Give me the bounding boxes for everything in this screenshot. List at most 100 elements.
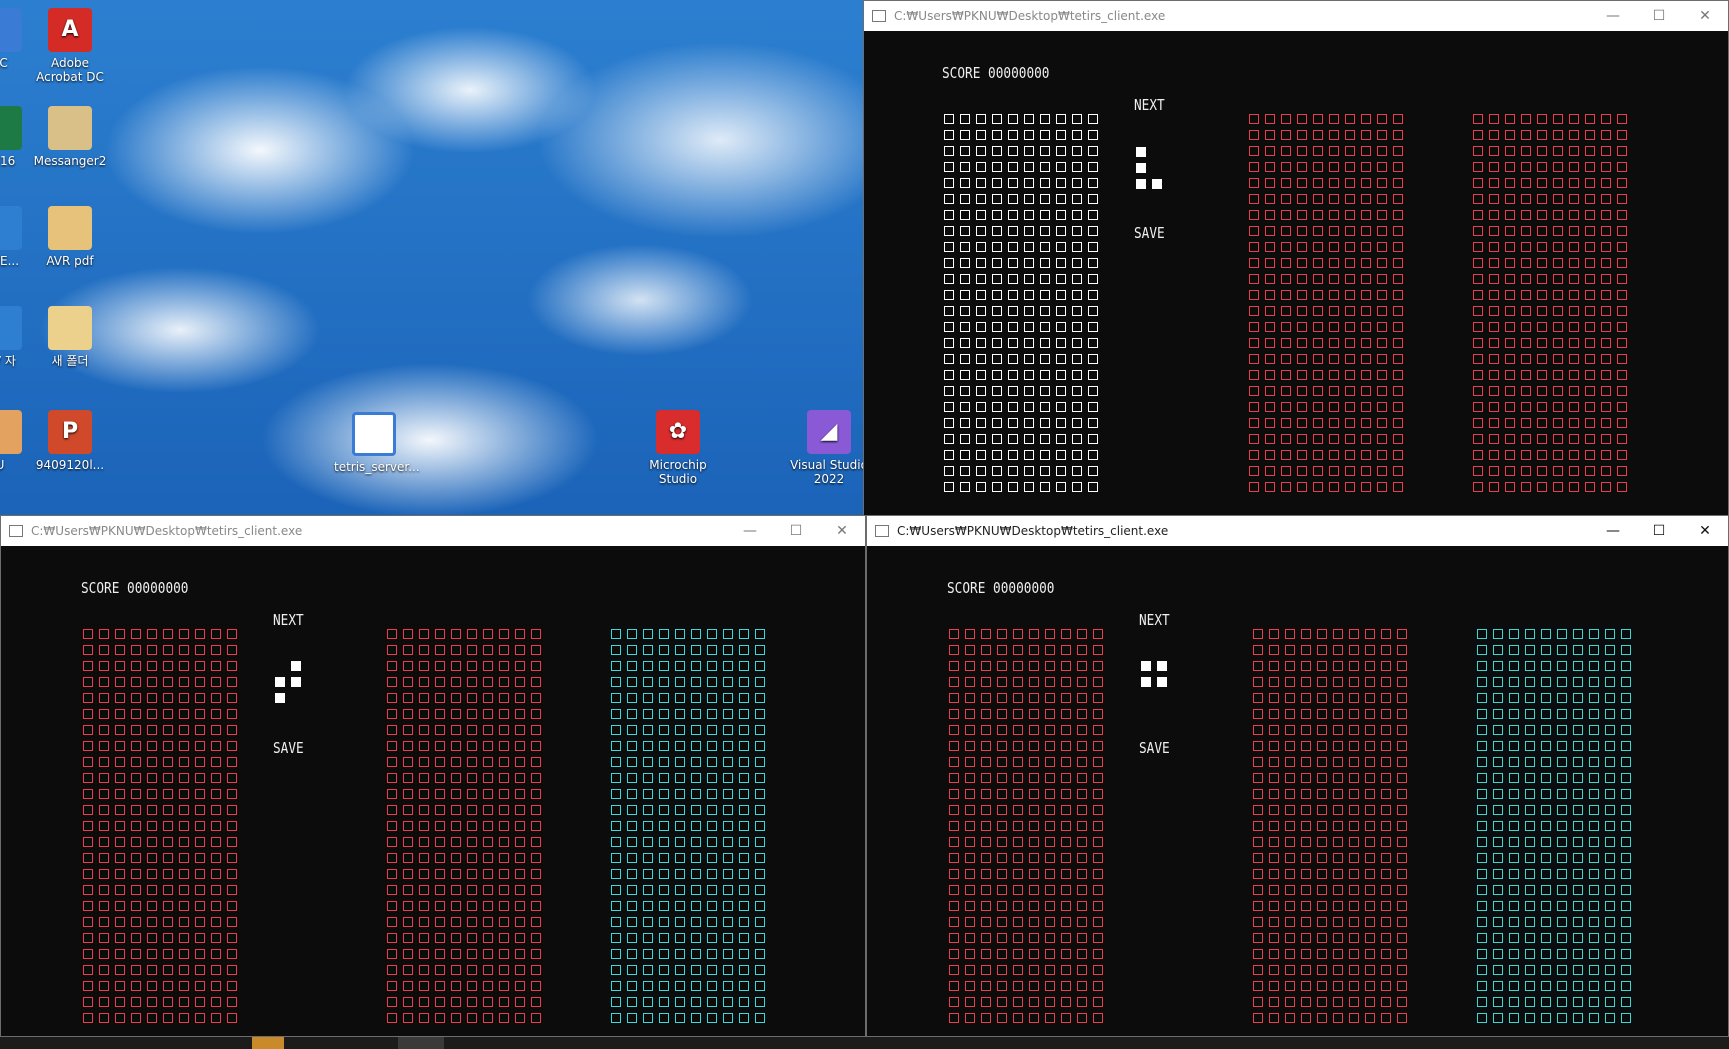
board-cell bbox=[195, 757, 205, 767]
board-cell bbox=[1317, 933, 1327, 943]
close-button[interactable]: ✕ bbox=[819, 516, 865, 546]
taskbar-app-icon[interactable] bbox=[398, 1037, 444, 1049]
board-cell bbox=[1313, 162, 1323, 172]
desktop-icon-ppt[interactable]: P 9409120l... bbox=[30, 410, 110, 472]
board-cell bbox=[1045, 965, 1055, 975]
board-cell bbox=[1301, 869, 1311, 879]
board-cell bbox=[1537, 354, 1547, 364]
board-cell bbox=[1249, 226, 1259, 236]
board-cell bbox=[1285, 933, 1295, 943]
game-area[interactable]: SCORE 00000000 NEXT SAVE bbox=[1, 547, 865, 1036]
board-cell bbox=[1553, 370, 1563, 380]
board-cell bbox=[1525, 837, 1535, 847]
next-label: NEXT bbox=[273, 611, 304, 629]
board-cell bbox=[976, 130, 986, 140]
close-button[interactable]: ✕ bbox=[1682, 516, 1728, 546]
board-cell bbox=[1553, 482, 1563, 492]
board-cell bbox=[1265, 242, 1275, 252]
desktop-icon-acrobat[interactable]: A Adobe Acrobat DC bbox=[30, 8, 110, 84]
board-cell bbox=[1617, 114, 1627, 124]
desktop-icon-messanger2[interactable]: Messanger2 bbox=[30, 106, 110, 168]
board-cell bbox=[1285, 1013, 1295, 1023]
board-cell bbox=[531, 773, 541, 783]
board-cell bbox=[1349, 853, 1359, 863]
board-cell bbox=[981, 773, 991, 783]
board-cell bbox=[1493, 901, 1503, 911]
desktop-icon-microchip-studio[interactable]: ✿ Microchip Studio bbox=[638, 410, 718, 486]
board-cell bbox=[723, 773, 733, 783]
board-cell bbox=[1365, 661, 1375, 671]
board-cell bbox=[1313, 322, 1323, 332]
tetris-client-window-bottom-left[interactable]: C:₩Users₩PKNU₩Desktop₩tetirs_client.exe … bbox=[0, 515, 866, 1037]
tetris-client-window-top-right[interactable]: C:₩Users₩PKNU₩Desktop₩tetirs_client.exe … bbox=[863, 0, 1729, 516]
close-button[interactable]: ✕ bbox=[1682, 1, 1728, 31]
game-area[interactable]: SCORE 00000000 NEXT SAVE bbox=[864, 32, 1728, 515]
board-cell bbox=[131, 933, 141, 943]
board-cell bbox=[1365, 933, 1375, 943]
board-cell bbox=[499, 917, 509, 927]
maximize-button[interactable]: ☐ bbox=[773, 516, 819, 546]
tetris-client-window-bottom-right[interactable]: C:₩Users₩PKNU₩Desktop₩tetirs_client.exe … bbox=[866, 515, 1729, 1037]
title-bar[interactable]: C:₩Users₩PKNU₩Desktop₩tetirs_client.exe … bbox=[864, 1, 1728, 31]
board-cell bbox=[83, 821, 93, 831]
desktop-icon-avr-pdf[interactable]: AVR pdf bbox=[30, 206, 110, 268]
maximize-button[interactable]: ☐ bbox=[1636, 1, 1682, 31]
board-cell bbox=[499, 805, 509, 815]
board-cell bbox=[1493, 837, 1503, 847]
board-cell bbox=[1525, 917, 1535, 927]
board-cell bbox=[1621, 837, 1631, 847]
board-cell bbox=[1013, 917, 1023, 927]
board-cell bbox=[1553, 146, 1563, 156]
game-area[interactable]: SCORE 00000000 NEXT SAVE bbox=[867, 547, 1728, 1036]
title-bar[interactable]: C:₩Users₩PKNU₩Desktop₩tetirs_client.exe … bbox=[867, 516, 1728, 546]
board-cell bbox=[147, 693, 157, 703]
board-cell bbox=[1024, 354, 1034, 364]
board-cell bbox=[83, 789, 93, 799]
board-cell bbox=[1269, 805, 1279, 815]
board-cell bbox=[227, 709, 237, 719]
board-cell bbox=[1493, 949, 1503, 959]
board-cell bbox=[1557, 805, 1567, 815]
board-cell bbox=[1509, 709, 1519, 719]
taskbar[interactable] bbox=[0, 1037, 1729, 1049]
board-cell bbox=[1061, 709, 1071, 719]
board-cell bbox=[515, 981, 525, 991]
board-cell bbox=[163, 981, 173, 991]
desktop-icon-new-folder[interactable]: 새 폴더 bbox=[30, 306, 110, 368]
board-cell bbox=[1489, 258, 1499, 268]
board-cell bbox=[419, 949, 429, 959]
board-cell bbox=[1541, 773, 1551, 783]
board-cell bbox=[1393, 114, 1403, 124]
board-cell bbox=[1493, 981, 1503, 991]
board-cell bbox=[1601, 194, 1611, 204]
board-cell bbox=[960, 402, 970, 412]
board-cell bbox=[1285, 645, 1295, 655]
minimize-button[interactable]: — bbox=[1590, 516, 1636, 546]
board-cell bbox=[1473, 226, 1483, 236]
board-cell bbox=[1573, 933, 1583, 943]
board-cell bbox=[949, 693, 959, 703]
board-cell bbox=[467, 661, 477, 671]
minimize-button[interactable]: — bbox=[1590, 1, 1636, 31]
board-cell bbox=[1093, 885, 1103, 895]
board-cell bbox=[179, 725, 189, 735]
maximize-button[interactable]: ☐ bbox=[1636, 516, 1682, 546]
board-cell bbox=[1253, 693, 1263, 703]
board-cell bbox=[1077, 741, 1087, 751]
desktop-icon-tetris-server[interactable]: tetris_server... bbox=[334, 412, 420, 474]
board-cell bbox=[1077, 933, 1087, 943]
taskbar-app-icon[interactable] bbox=[252, 1037, 284, 1049]
board-cell bbox=[1317, 805, 1327, 815]
board-cell bbox=[1077, 725, 1087, 735]
desktop-icon-visual-studio[interactable]: ◢ Visual Studio 2022 bbox=[789, 410, 869, 486]
board-cell bbox=[1249, 322, 1259, 332]
board-cell bbox=[1013, 773, 1023, 783]
board-cell bbox=[1349, 837, 1359, 847]
board-cell bbox=[1601, 114, 1611, 124]
board-cell bbox=[1333, 1013, 1343, 1023]
board-cell bbox=[467, 709, 477, 719]
minimize-button[interactable]: — bbox=[727, 516, 773, 546]
title-bar[interactable]: C:₩Users₩PKNU₩Desktop₩tetirs_client.exe … bbox=[1, 516, 865, 546]
board-cell bbox=[1589, 853, 1599, 863]
board-cell bbox=[531, 677, 541, 687]
